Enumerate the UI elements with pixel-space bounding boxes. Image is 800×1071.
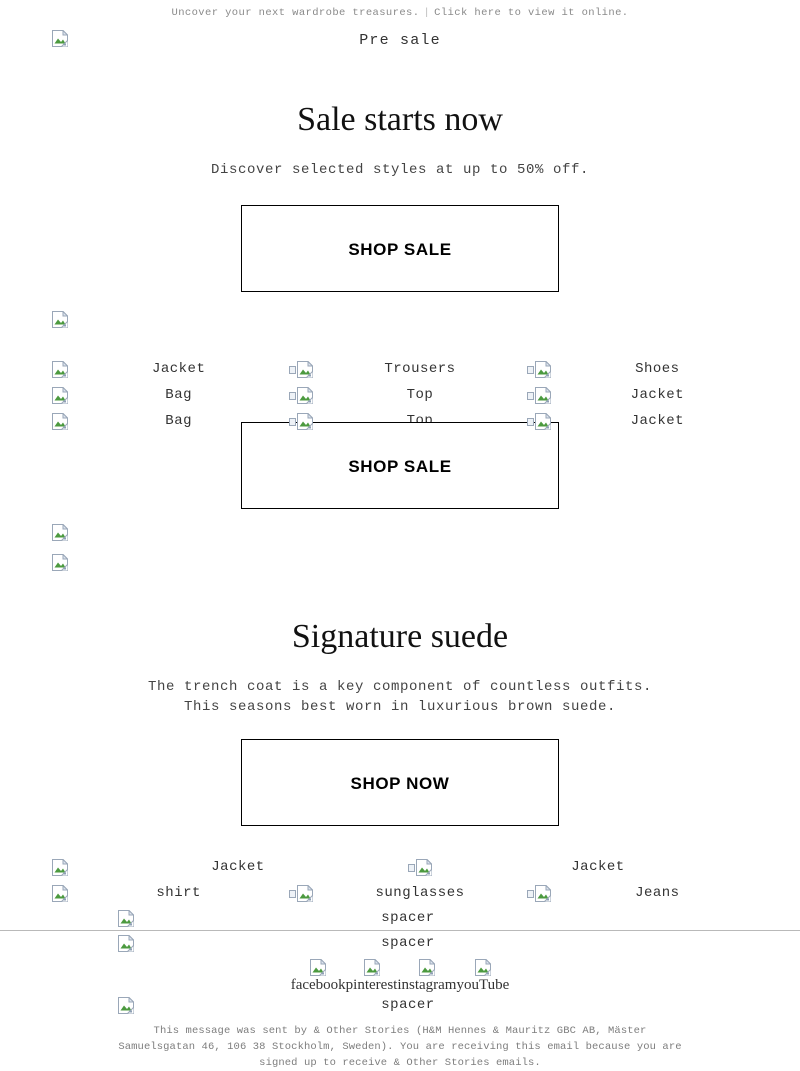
broken-image-icon [52,386,68,404]
product-label: Top [406,387,434,403]
product-label: Jacket [571,859,625,875]
broken-image-icon [52,310,68,328]
product-cell[interactable]: Jacket [526,412,800,430]
broken-image-icon [526,386,551,404]
header-row: Pre sale [0,28,800,54]
product-label: Trousers [384,361,456,377]
broken-image-icon [52,30,68,48]
table-row: Jacket Trousers Shoes [0,356,800,382]
social-link-youtube[interactable]: youTube [456,959,509,993]
product-label: Jacket [630,387,685,403]
social-label: pinterest [345,977,398,993]
product-label: shirt [156,885,201,901]
broken-image-icon [52,360,68,378]
suede-product-grid: Jacket Jacket shirt sunglasses Jeans [0,854,800,906]
broken-image-icon [526,360,551,378]
table-row: Bag Top Jacket [0,382,800,408]
product-cell[interactable]: Jacket [408,858,800,876]
suede-cta-wrap: SHOP NOW [0,717,800,826]
spacer-label: spacer [381,997,435,1013]
suede-heading: Signature suede [291,618,509,655]
product-label: Jacket [211,859,265,875]
product-label: Jacket [630,413,685,429]
hero-cta-wrap: SHOP SALE [0,180,800,292]
preheader-text: Uncover your next wardrobe treasures. [171,7,420,19]
spacer-row-2: spacer [0,930,800,955]
hero-subheading: Discover selected styles at up to 50% of… [210,162,590,178]
product-cell[interactable]: Jacket [526,386,800,404]
product-cell[interactable]: sunglasses [289,884,526,902]
broken-image-icon [526,412,551,430]
broken-image-icon [289,412,314,430]
shop-sale-button-bottom[interactable]: SHOP SALE [241,422,559,509]
product-cell[interactable]: Jacket [0,360,289,378]
product-cell[interactable]: Trousers [289,360,526,378]
header-title: Pre sale [359,32,441,49]
broken-image-icon [118,934,134,952]
broken-image-icon [52,553,68,571]
instagram-icon [418,959,435,976]
broken-image-icon [52,412,68,430]
product-label: Jeans [635,885,680,901]
social-link-facebook[interactable]: facebook [291,959,346,993]
broken-image-icon [118,909,134,927]
product-label: Shoes [635,361,680,377]
broken-image-icon [289,386,314,404]
product-cell[interactable]: Top [289,386,526,404]
spacer-row-1: spacer [0,906,800,930]
broken-image-icon [52,858,68,876]
pinterest-icon [363,959,380,976]
product-label: Jacket [151,361,206,377]
social-links: facebook pinterest instagram youTube [0,955,800,993]
product-cell[interactable]: Shoes [526,360,800,378]
social-link-pinterest[interactable]: pinterest [345,959,398,993]
table-row: Jacket Jacket [0,854,800,880]
broken-image-icon [408,858,432,876]
product-cell[interactable]: Jacket [0,858,408,876]
spacer-label: spacer [381,935,435,951]
suede-subheading: The trench coat is a key component of co… [0,657,800,717]
shop-sale-button-top[interactable]: SHOP SALE [241,205,559,292]
social-link-instagram[interactable]: instagram [397,959,456,993]
view-online-link[interactable]: Click here to view it online. [434,7,628,19]
broken-image-icon [526,884,551,902]
product-cell[interactable]: Jeans [526,884,800,902]
preheader-separator: | [423,7,431,19]
preheader: Uncover your next wardrobe treasures. | Cl… [0,0,800,20]
spacer-label: spacer [381,910,435,926]
hero-footer-broken-image[interactable] [0,304,800,334]
product-label: Bag [165,387,193,403]
product-label: sunglasses [375,885,465,901]
social-label: facebook [290,977,346,993]
youtube-icon [474,959,491,976]
social-label: youTube [456,977,510,993]
broken-image-icon [289,884,314,902]
social-label: instagram [397,977,457,993]
facebook-icon [310,959,327,976]
suede-subheading-line1: The trench coat is a key component of co… [147,679,653,695]
suede-subheading-line2: This seasons best worn in luxurious brow… [183,699,617,715]
broken-image-icon [52,884,68,902]
spacer-row-3: spacer [0,993,800,1017]
hero-heading: Sale starts now [297,101,503,138]
product-cell[interactable]: shirt [0,884,289,902]
broken-image-icon [118,996,134,1014]
broken-image-icon [289,360,314,378]
sale-cta-wrap: SHOP SALE [0,422,800,509]
product-cell[interactable]: Bag [0,386,289,404]
shop-now-button[interactable]: SHOP NOW [241,739,559,826]
logo-broken-image[interactable] [52,30,68,48]
section-broken-image-2[interactable] [0,547,800,577]
section-broken-image-1[interactable] [0,517,800,547]
broken-image-icon [52,523,68,541]
footer-legal-text: This message was sent by & Other Stories… [118,1025,682,1069]
table-row: shirt sunglasses Jeans [0,880,800,906]
